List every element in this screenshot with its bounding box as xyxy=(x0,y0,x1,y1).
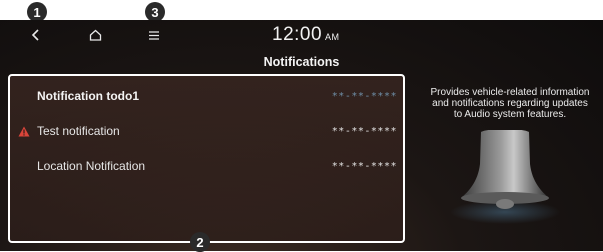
clock: 12:00 AM xyxy=(272,24,340,45)
menu-button[interactable] xyxy=(142,24,166,46)
notification-row[interactable]: Notification todo1 **-**-**** xyxy=(10,80,403,114)
notification-title: Test notification xyxy=(37,124,120,138)
page-title: Notifications xyxy=(263,55,340,69)
notification-row[interactable]: Location Notification **-**-**** xyxy=(10,150,403,184)
infotainment-screen: 12:00 AM Notifications Notification todo1… xyxy=(0,20,603,251)
notification-title: Location Notification xyxy=(37,159,146,173)
notification-title: Notification todo1 xyxy=(37,89,139,103)
back-arrow-icon xyxy=(31,29,39,41)
callout-1: 1 xyxy=(27,2,47,22)
home-icon xyxy=(89,29,101,41)
notification-row[interactable]: Test notification **-**-**** xyxy=(10,115,403,149)
notification-date: **-**-**** xyxy=(331,126,397,137)
callout-3: 3 xyxy=(145,2,165,22)
notification-date: **-**-**** xyxy=(331,161,397,172)
back-button[interactable] xyxy=(24,24,48,46)
menu-icon xyxy=(149,30,159,40)
home-button[interactable] xyxy=(83,24,107,46)
info-description: Provides vehicle-related information and… xyxy=(430,87,590,120)
top-bar: 12:00 AM xyxy=(0,20,603,50)
notification-date: **-**-**** xyxy=(331,91,397,102)
bell-icon xyxy=(450,130,560,224)
callout-2: 2 xyxy=(190,232,210,252)
warning-icon xyxy=(18,126,30,137)
notification-list[interactable]: Notification todo1 **-**-**** Test notif… xyxy=(8,74,405,243)
